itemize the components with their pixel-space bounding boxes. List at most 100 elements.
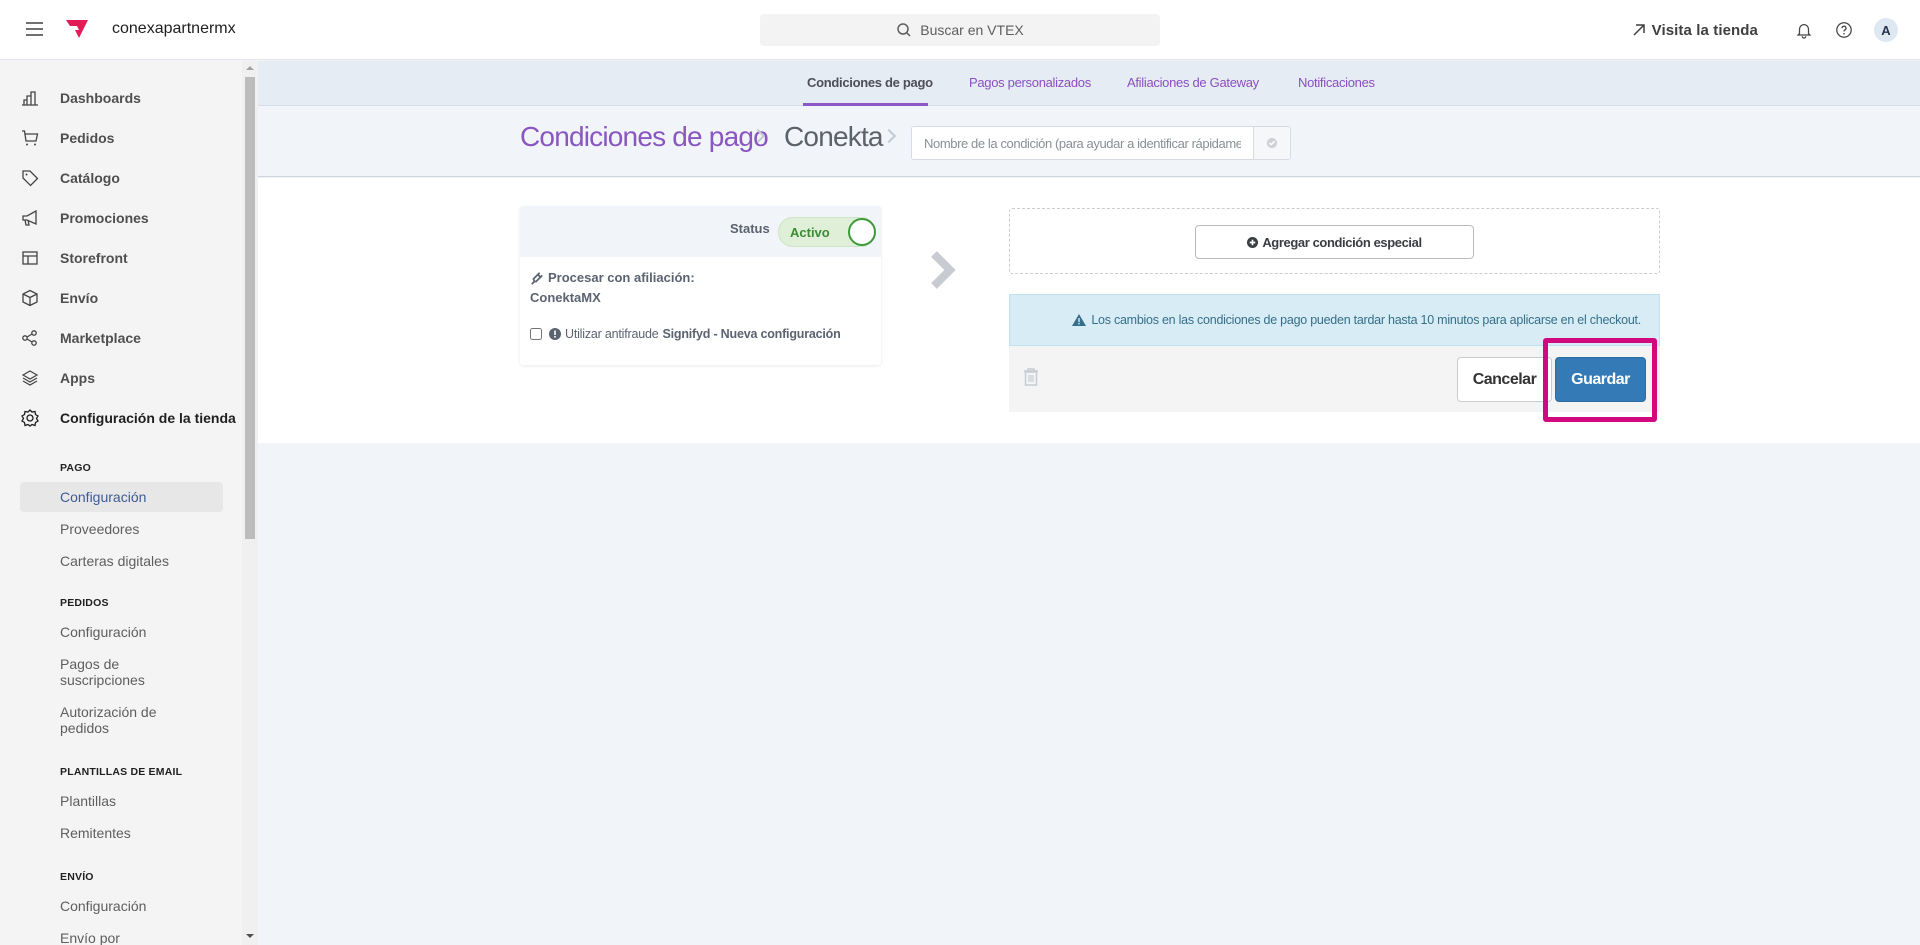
subnav-remitentes[interactable]: Remitentes (20, 818, 223, 848)
check-circle-icon (1266, 137, 1278, 149)
layers-icon (20, 368, 40, 388)
condition-name-input[interactable] (912, 127, 1253, 159)
section-title-pago: PAGO (60, 462, 91, 474)
top-bar: conexapartnermx Buscar en VTEX Visita la… (0, 0, 1920, 60)
subnav-pago-carteras[interactable]: Carteras digitales (20, 546, 223, 576)
menu-icon[interactable] (26, 22, 43, 36)
plug-icon (531, 272, 543, 285)
affiliation-label: Procesar con afiliación: (548, 270, 695, 285)
help-button[interactable] (1834, 20, 1854, 40)
antifraud-checkbox[interactable] (530, 328, 542, 340)
add-special-condition-button[interactable]: Agregar condición especial (1195, 225, 1474, 259)
section-title-pedidos: PEDIDOS (60, 597, 109, 609)
sidebar-item-catalogo[interactable]: Catálogo (0, 158, 240, 198)
sidebar-item-label: Pedidos (60, 130, 115, 146)
sidebar-item-label: Envío (60, 290, 99, 306)
cancel-button[interactable]: Cancelar (1457, 357, 1552, 402)
alert-text: Los cambios en las condiciones de pago p… (1091, 313, 1641, 327)
sidebar-item-label: Catálogo (60, 170, 120, 186)
search-icon (897, 23, 911, 37)
share-nodes-icon (20, 328, 40, 348)
scrollbar-thumb[interactable] (245, 77, 255, 539)
subnav-pedidos-autorizacion[interactable]: Autorización de pedidos (20, 697, 200, 743)
subnav-pago-proveedores[interactable]: Proveedores (20, 514, 223, 544)
plus-circle-icon (1247, 236, 1259, 248)
exclamation-circle-icon (549, 328, 561, 340)
tab-pagos-personalizados[interactable]: Pagos personalizados (969, 75, 1091, 90)
help-circle-icon (1836, 22, 1852, 38)
subnav-pedidos-configuracion[interactable]: Configuración (20, 617, 223, 647)
main-content: Condiciones de pago Pagos personalizados… (258, 61, 1920, 945)
section-title-envio: ENVÍO (60, 871, 94, 883)
sidebar-item-configuracion-tienda[interactable]: Configuración de la tienda (0, 398, 240, 438)
antifraud-name: Signifyd - Nueva configuración (662, 327, 841, 341)
warning-icon (1072, 314, 1087, 326)
condition-name-field (911, 126, 1291, 160)
breadcrumb-condiciones[interactable]: Condiciones de pago (520, 121, 769, 153)
status-label: Status (730, 221, 770, 236)
subnav-pedidos-suscripciones[interactable]: Pagos de suscripciones (20, 649, 190, 695)
sidebar-item-pedidos[interactable]: Pedidos (0, 118, 240, 158)
sidebar-item-label: Marketplace (60, 330, 141, 346)
tab-condiciones-de-pago[interactable]: Condiciones de pago (807, 75, 933, 90)
rule-editor: Status Activo Procesar con afiliación: C… (258, 178, 1920, 443)
status-toggle[interactable]: Activo (778, 217, 876, 247)
subnav-envio-por[interactable]: Envío por (20, 923, 223, 945)
tabs-bar: Condiciones de pago Pagos personalizados… (258, 61, 1920, 106)
notifications-button[interactable] (1794, 20, 1814, 40)
visit-store-label: Visita la tienda (1651, 21, 1758, 39)
info-alert: Los cambios en las condiciones de pago p… (1009, 294, 1660, 346)
toggle-knob (848, 218, 876, 246)
affiliation-name: ConektaMX (530, 290, 601, 305)
save-button[interactable]: Guardar (1555, 357, 1646, 402)
sidebar-item-label: Storefront (60, 250, 128, 266)
scroll-down-arrow-icon[interactable] (246, 934, 254, 938)
breadcrumb-chevron-icon (881, 128, 897, 144)
gear-icon (20, 408, 40, 428)
trash-icon[interactable] (1023, 367, 1039, 387)
sidebar: Dashboards Pedidos Catálogo Promociones … (0, 61, 258, 945)
tab-afiliaciones-gateway[interactable]: Afiliaciones de Gateway (1127, 75, 1259, 90)
bell-icon (1796, 23, 1812, 39)
special-conditions-area: Agregar condición especial (1009, 208, 1660, 274)
sidebar-item-label: Apps (60, 370, 95, 386)
sidebar-item-promociones[interactable]: Promociones (0, 198, 240, 238)
search-input[interactable]: Buscar en VTEX (760, 14, 1160, 46)
sidebar-item-apps[interactable]: Apps (0, 358, 240, 398)
cart-icon (20, 128, 40, 148)
box-icon (20, 288, 40, 308)
title-bar: Condiciones de pago Conekta (258, 107, 1920, 177)
tab-notificaciones[interactable]: Notificaciones (1298, 75, 1375, 90)
antifraud-option[interactable]: Utilizar antifraude Signifyd - Nueva con… (530, 327, 871, 341)
subnav-pago-configuracion[interactable]: Configuración (20, 482, 223, 512)
account-name: conexapartnermx (112, 20, 236, 37)
visit-store-link[interactable]: Visita la tienda (1632, 22, 1758, 39)
sidebar-scrollbar[interactable] (242, 61, 258, 945)
subnav-plantillas[interactable]: Plantillas (20, 786, 223, 816)
sidebar-item-label: Promociones (60, 210, 149, 226)
sidebar-item-envio[interactable]: Envío (0, 278, 240, 318)
action-bar: Cancelar Guardar (1009, 338, 1660, 422)
layout-icon (20, 248, 40, 268)
add-special-condition-label: Agregar condición especial (1262, 234, 1422, 250)
tag-icon (20, 168, 40, 188)
sidebar-item-dashboards[interactable]: Dashboards (0, 78, 240, 118)
search-placeholder: Buscar en VTEX (920, 22, 1024, 38)
section-title-plantillas: PLANTILLAS DE EMAIL (60, 766, 183, 778)
sidebar-item-marketplace[interactable]: Marketplace (0, 318, 240, 358)
payment-rule-card: Status Activo Procesar con afiliación: C… (520, 206, 881, 365)
confirm-name-button[interactable] (1253, 127, 1290, 159)
active-tab-indicator (803, 103, 928, 106)
sidebar-item-storefront[interactable]: Storefront (0, 238, 240, 278)
bar-chart-icon (20, 88, 40, 108)
status-value: Activo (790, 225, 830, 240)
external-arrow-icon (1633, 24, 1645, 36)
scroll-up-arrow-icon[interactable] (246, 66, 254, 70)
megaphone-icon (20, 208, 40, 228)
sidebar-item-label: Configuración de la tienda (60, 410, 236, 426)
breadcrumb-current: Conekta (784, 121, 884, 152)
avatar[interactable]: A (1874, 18, 1898, 42)
subnav-envio-configuracion[interactable]: Configuración (20, 891, 223, 921)
antifraud-prefix: Utilizar antifraude (565, 327, 659, 341)
vtex-logo[interactable] (65, 19, 89, 39)
